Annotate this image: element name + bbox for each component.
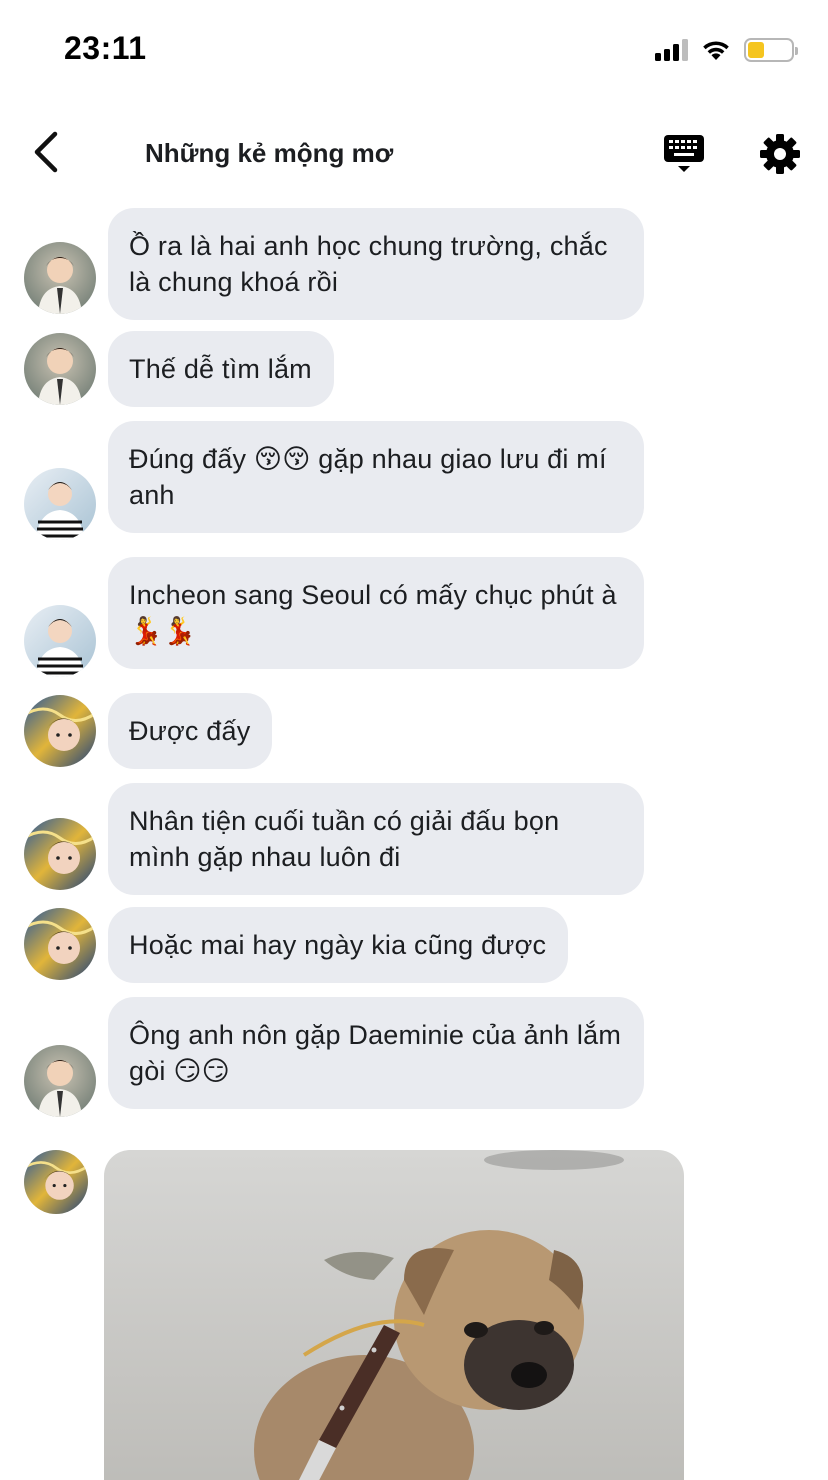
status-bar: 23:11 [0,0,828,100]
avatar[interactable] [24,242,96,314]
gear-icon [760,134,800,174]
message-bubble[interactable]: Incheon sang Seoul có mấy chục phút à 💃💃 [108,557,644,669]
avatar[interactable] [24,818,96,890]
battery-level [748,42,764,58]
message-bubble[interactable]: Được đấy [108,693,273,769]
status-icons [655,36,798,64]
cellular-signal-icon [655,39,688,61]
message-bubble[interactable]: Hoặc mai hay ngày kia cũng được [108,907,569,983]
message-bubble[interactable]: Nhân tiện cuối tuần có giải đấu bọn mình… [108,783,644,895]
status-time: 23:11 [64,30,147,66]
message-bubble[interactable]: Thế dễ tìm lắm [108,331,334,407]
chevron-left-icon [34,131,58,173]
keyboard-button[interactable] [660,130,708,178]
back-button[interactable] [22,128,70,176]
message-bubble[interactable]: Đúng đấy 😚😚 gặp nhau giao lưu đi mí anh [108,421,644,533]
avatar[interactable] [24,908,96,980]
avatar[interactable] [24,468,96,540]
puppy-photo [104,1150,684,1480]
chat-header: Những kẻ mộng mơ [0,110,828,196]
message-bubble[interactable]: Ông anh nôn gặp Daeminie của ảnh lắm gòi… [108,997,644,1109]
avatar[interactable] [24,333,96,405]
avatar[interactable] [24,605,96,677]
avatar[interactable] [24,1150,88,1214]
photo-attachment[interactable] [104,1150,684,1480]
message-bubble[interactable]: Ồ ra là hai anh học chung trường, chắc l… [108,208,644,320]
settings-button[interactable] [756,130,804,178]
keyboard-icon [664,135,704,172]
chat-title: Những kẻ mộng mơ [145,138,394,168]
battery-icon [744,38,798,62]
avatar[interactable] [24,695,96,767]
avatar[interactable] [24,1045,96,1117]
wifi-icon [703,41,729,60]
